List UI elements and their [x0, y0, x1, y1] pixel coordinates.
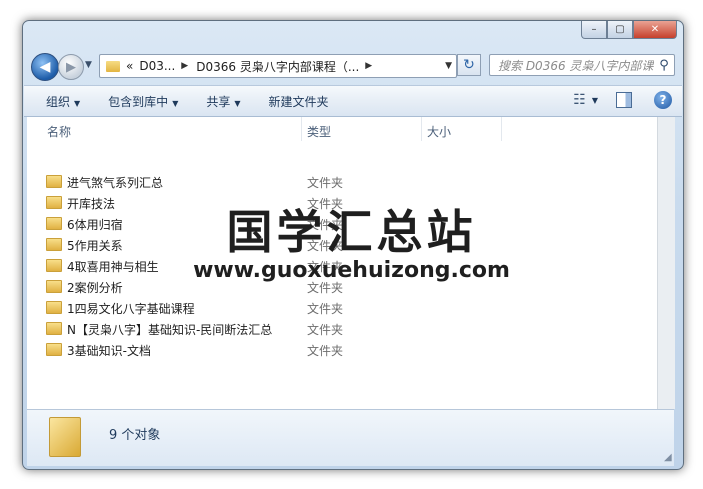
command-bar: 组织 ▼ 包含到库中 ▼ 共享 ▼ 新建文件夹 ☷ ▼ ?	[24, 85, 682, 117]
help-icon[interactable]: ?	[654, 91, 672, 109]
address-segment-parent[interactable]: D03...	[139, 59, 175, 73]
file-name: 1四易文化八字基础课程	[67, 302, 195, 316]
address-segment-current[interactable]: D0366 灵枭八字内部课程（...	[196, 58, 359, 75]
organize-menu[interactable]: 组织 ▼	[46, 93, 80, 110]
folder-icon	[46, 322, 62, 335]
file-type: 文件夹	[307, 302, 344, 316]
column-header-name[interactable]: 名称	[47, 123, 71, 140]
minimize-button[interactable]: –	[581, 21, 607, 39]
toolbar-right: ☷ ▼ ?	[573, 91, 672, 109]
caption-buttons: – ▢ ✕	[581, 21, 677, 39]
breadcrumb-arrow-icon[interactable]: ▶	[181, 61, 188, 71]
column-header-size[interactable]: 大小	[427, 123, 451, 140]
details-pane: 9 个对象	[27, 409, 674, 466]
list-item[interactable]: 1四易文化八字基础课程 文件夹	[27, 297, 657, 318]
resize-grip-icon[interactable]: ◢	[664, 452, 701, 487]
back-button[interactable]: ◀	[31, 53, 59, 81]
watermark-url: www.guoxuehuizong.com	[193, 258, 510, 283]
address-overflow-button[interactable]: «	[126, 59, 133, 73]
search-icon[interactable]: ⚲	[654, 58, 674, 73]
column-divider[interactable]	[421, 117, 422, 141]
list-item[interactable]: 3基础知识-文档 文件夹	[27, 339, 657, 360]
column-divider[interactable]	[501, 117, 502, 141]
address-bar[interactable]: « D03... ▶ D0366 灵枭八字内部课程（... ▶ ▼	[99, 54, 457, 78]
folder-icon	[106, 60, 120, 72]
address-dropdown-icon[interactable]: ▼	[445, 61, 452, 71]
close-button[interactable]: ✕	[633, 21, 677, 39]
folder-icon	[49, 417, 81, 457]
file-type: 文件夹	[307, 323, 344, 337]
forward-button[interactable]: ▶	[58, 54, 84, 80]
file-type: 文件夹	[307, 344, 344, 358]
maximize-button[interactable]: ▢	[607, 21, 633, 39]
view-options-dropdown[interactable]: ▼	[592, 96, 598, 105]
search-input[interactable]: 搜索 D0366 灵枭八字内部课程...	[490, 57, 654, 74]
item-count: 9 个对象	[109, 428, 161, 443]
column-headers: 名称 类型 大小	[27, 117, 657, 141]
folder-icon	[46, 301, 62, 314]
list-item[interactable]: 进气煞气系列汇总 文件夹	[27, 171, 657, 192]
share-menu[interactable]: 共享 ▼	[206, 93, 240, 110]
column-header-type[interactable]: 类型	[307, 123, 331, 140]
refresh-button[interactable]: ↻	[457, 54, 481, 76]
column-divider[interactable]	[301, 117, 302, 141]
include-in-library-menu[interactable]: 包含到库中 ▼	[108, 93, 178, 110]
search-box[interactable]: 搜索 D0366 灵枭八字内部课程... ⚲	[489, 54, 675, 76]
recent-pages-dropdown[interactable]: ▼	[85, 60, 92, 70]
navigation-bar: ◀ ▶ ▼ « D03... ▶ D0366 灵枭八字内部课程（... ▶ ▼ …	[23, 51, 683, 83]
list-item[interactable]: N【灵枭八字】基础知识-民间断法汇总 文件夹	[27, 318, 657, 339]
file-type: 文件夹	[307, 176, 344, 190]
new-folder-button[interactable]: 新建文件夹	[269, 93, 329, 110]
preview-pane-icon[interactable]	[616, 92, 632, 108]
watermark-title: 国学汇总站	[226, 205, 477, 259]
folder-icon	[46, 175, 62, 188]
file-name: 进气煞气系列汇总	[67, 176, 164, 190]
change-view-icon[interactable]: ☷	[573, 92, 586, 108]
file-name: 3基础知识-文档	[67, 344, 151, 358]
folder-icon	[46, 343, 62, 356]
breadcrumb-arrow-icon[interactable]: ▶	[365, 61, 372, 71]
file-name: N【灵枭八字】基础知识-民间断法汇总	[67, 323, 273, 337]
